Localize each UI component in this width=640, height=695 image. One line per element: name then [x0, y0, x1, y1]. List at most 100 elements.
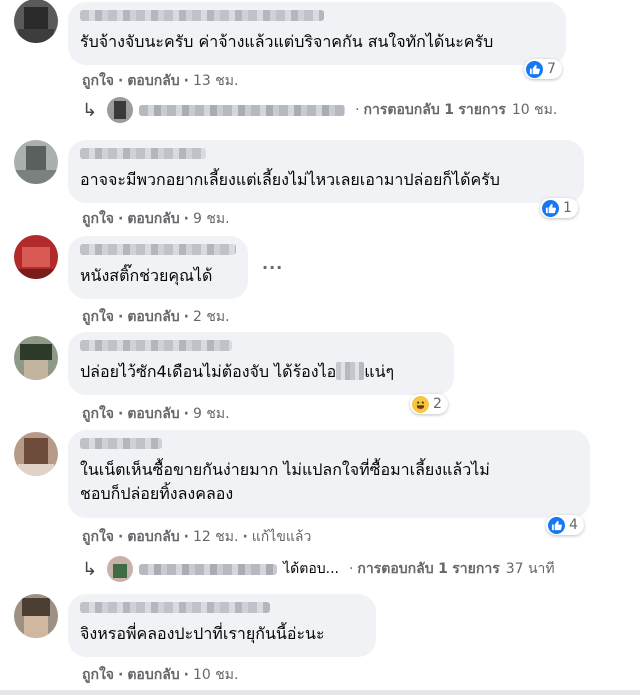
separator: · — [183, 73, 189, 89]
separator: · — [183, 529, 189, 545]
reply-link[interactable]: ตอบกลับ — [127, 208, 179, 230]
more-options-icon[interactable]: ··· — [262, 258, 283, 277]
reply-link[interactable]: ตอบกลับ — [127, 664, 179, 686]
comment-actions: ถูกใจ · ตอบกลับ · 9 ชม. — [82, 208, 230, 230]
reply-count: 1 — [444, 102, 454, 118]
reply-time: 10 ชม. — [511, 102, 558, 118]
author-name[interactable] — [80, 602, 270, 613]
comment-text-part: แน่ๆ — [364, 362, 395, 381]
separator: · — [348, 561, 354, 577]
comment-bubble: หนังสติ๊กช่วยคุณได้ — [68, 236, 248, 299]
timestamp[interactable]: 2 ชม. — [193, 306, 230, 328]
censored-word — [336, 362, 365, 380]
like-link[interactable]: ถูกใจ — [82, 70, 114, 92]
separator: · — [118, 73, 124, 89]
avatar — [107, 97, 134, 123]
author-name[interactable] — [80, 148, 206, 159]
comment-text: จิงหรอพี่คลองปะปาที่เรายุกันนี้อ่ะนะ — [80, 624, 325, 643]
author-name[interactable] — [80, 10, 324, 21]
reply-summary-prefix: การตอบกลับ — [363, 102, 440, 118]
author-name[interactable] — [80, 244, 236, 255]
separator: · — [118, 667, 124, 683]
comment-bubble: รับจ้างจับนะครับ ค่าจ้างแล้วแต่บริจาคกัน… — [68, 2, 566, 65]
reply-unit: รายการ — [452, 561, 500, 577]
like-link[interactable]: ถูกใจ — [82, 208, 114, 230]
comment-text: รับจ้างจับนะครับ ค่าจ้างแล้วแต่บริจาคกัน… — [80, 32, 494, 51]
like-link[interactable]: ถูกใจ — [82, 403, 114, 425]
reply-count-link[interactable]: การตอบกลับ 1 รายการ — [357, 558, 499, 580]
comment-actions: ถูกใจ · ตอบกลับ · 2 ชม. — [82, 306, 230, 328]
timestamp[interactable]: 9 ชม. — [193, 208, 230, 230]
reply-snippet: ได้ตอบ... — [283, 561, 339, 577]
like-icon — [542, 199, 559, 217]
separator: · — [183, 211, 189, 227]
comment-bubble: ปล่อยไว้ซัก4เดือนไม่ต้องจับ ได้ร้องไอ แน่… — [68, 332, 454, 395]
reply-unit: รายการ — [458, 102, 506, 118]
comment-bubble: ในเน็ตเห็นซื้อขายกันง่ายมาก ไม่แปลกใจที่… — [68, 430, 590, 518]
timestamp[interactable]: 13 ชม. — [193, 70, 238, 92]
avatar[interactable] — [14, 432, 58, 476]
reply-link[interactable]: ตอบกลับ — [127, 403, 179, 425]
separator: · — [118, 309, 124, 325]
like-icon — [526, 60, 543, 78]
avatar[interactable] — [14, 140, 58, 184]
separator: · — [183, 667, 189, 683]
comment-bubble: จิงหรอพี่คลองปะปาที่เรายุกันนี้อ่ะนะ — [68, 594, 376, 657]
separator: · — [355, 102, 360, 118]
like-link[interactable]: ถูกใจ — [82, 664, 114, 686]
author-name[interactable] — [80, 438, 162, 449]
edited-label[interactable]: แก้ไขแล้ว — [252, 526, 312, 548]
reply-author-name — [139, 104, 346, 116]
comment-actions: ถูกใจ · ตอบกลับ · 13 ชม. — [82, 70, 238, 92]
avatar[interactable] — [14, 235, 58, 279]
reaction-badge[interactable]: 7 — [524, 59, 562, 79]
comment-actions: ถูกใจ · ตอบกลับ · 10 ชม. — [82, 664, 238, 686]
view-replies-row[interactable]: ↳ · การตอบกลับ 1 รายการ 10 ชม. — [82, 97, 557, 123]
comment-text: ในเน็ตเห็นซื้อขายกันง่ายมาก ไม่แปลกใจที่… — [80, 460, 490, 503]
avatar[interactable] — [14, 0, 58, 43]
reaction-count: 4 — [569, 517, 578, 533]
comment-actions: ถูกใจ · ตอบกลับ · 12 ชม. · แก้ไขแล้ว — [82, 526, 311, 548]
comment-text-part: ปล่อยไว้ซัก4เดือนไม่ต้องจับ ได้ร้องไอ — [80, 362, 337, 381]
separator: · — [118, 529, 124, 545]
reaction-count: 7 — [547, 61, 556, 77]
reply-link[interactable]: ตอบกลับ — [127, 526, 179, 548]
reply-arrow-icon: ↳ — [82, 558, 98, 580]
reply-link[interactable]: ตอบกลับ — [127, 306, 179, 328]
comment-text: อาจจะมีพวกอยากเลี้ยงแต่เลี้ยงไม่ไหวเลยเอ… — [80, 170, 500, 189]
reply-link[interactable]: ตอบกลับ — [127, 70, 179, 92]
avatar[interactable] — [14, 594, 58, 638]
reply-count-link[interactable]: การตอบกลับ 1 รายการ — [364, 99, 506, 121]
comment-text: หนังสติ๊กช่วยคุณได้ — [80, 266, 213, 285]
avatar[interactable] — [14, 336, 58, 380]
comment-actions: ถูกใจ · ตอบกลับ · 9 ชม. — [82, 403, 230, 425]
reply-count: 1 — [438, 561, 448, 577]
timestamp[interactable]: 12 ชม. — [193, 526, 238, 548]
separator: · — [118, 406, 124, 422]
like-link[interactable]: ถูกใจ — [82, 306, 114, 328]
separator: · — [183, 309, 189, 325]
view-replies-row[interactable]: ↳ ได้ตอบ... · การตอบกลับ 1 รายการ 37 นาท… — [82, 556, 555, 582]
reaction-badge[interactable]: 2 — [410, 394, 448, 414]
separator: · — [118, 211, 124, 227]
separator: · — [183, 406, 189, 422]
reaction-count: 1 — [563, 200, 572, 216]
reaction-badge[interactable]: 1 — [540, 198, 578, 218]
reaction-badge[interactable]: 4 — [546, 515, 584, 535]
reply-author-name — [139, 563, 278, 575]
timestamp[interactable]: 10 ชม. — [193, 664, 238, 686]
separator: · — [242, 529, 248, 545]
avatar — [107, 556, 134, 582]
reply-arrow-icon: ↳ — [82, 99, 98, 121]
reaction-count: 2 — [433, 396, 442, 412]
comment-bubble: อาจจะมีพวกอยากเลี้ยงแต่เลี้ยงไม่ไหวเลยเอ… — [68, 140, 584, 203]
haha-icon — [412, 395, 429, 413]
timestamp[interactable]: 9 ชม. — [193, 403, 230, 425]
reply-time: 37 นาที — [505, 561, 555, 577]
like-link[interactable]: ถูกใจ — [82, 526, 114, 548]
like-icon — [548, 516, 565, 534]
author-name[interactable] — [80, 340, 232, 351]
comment-text: ปล่อยไว้ซัก4เดือนไม่ต้องจับ ได้ร้องไอ แน่… — [80, 360, 442, 384]
reply-summary-prefix: การตอบกลับ — [357, 561, 434, 577]
divider — [0, 690, 640, 695]
